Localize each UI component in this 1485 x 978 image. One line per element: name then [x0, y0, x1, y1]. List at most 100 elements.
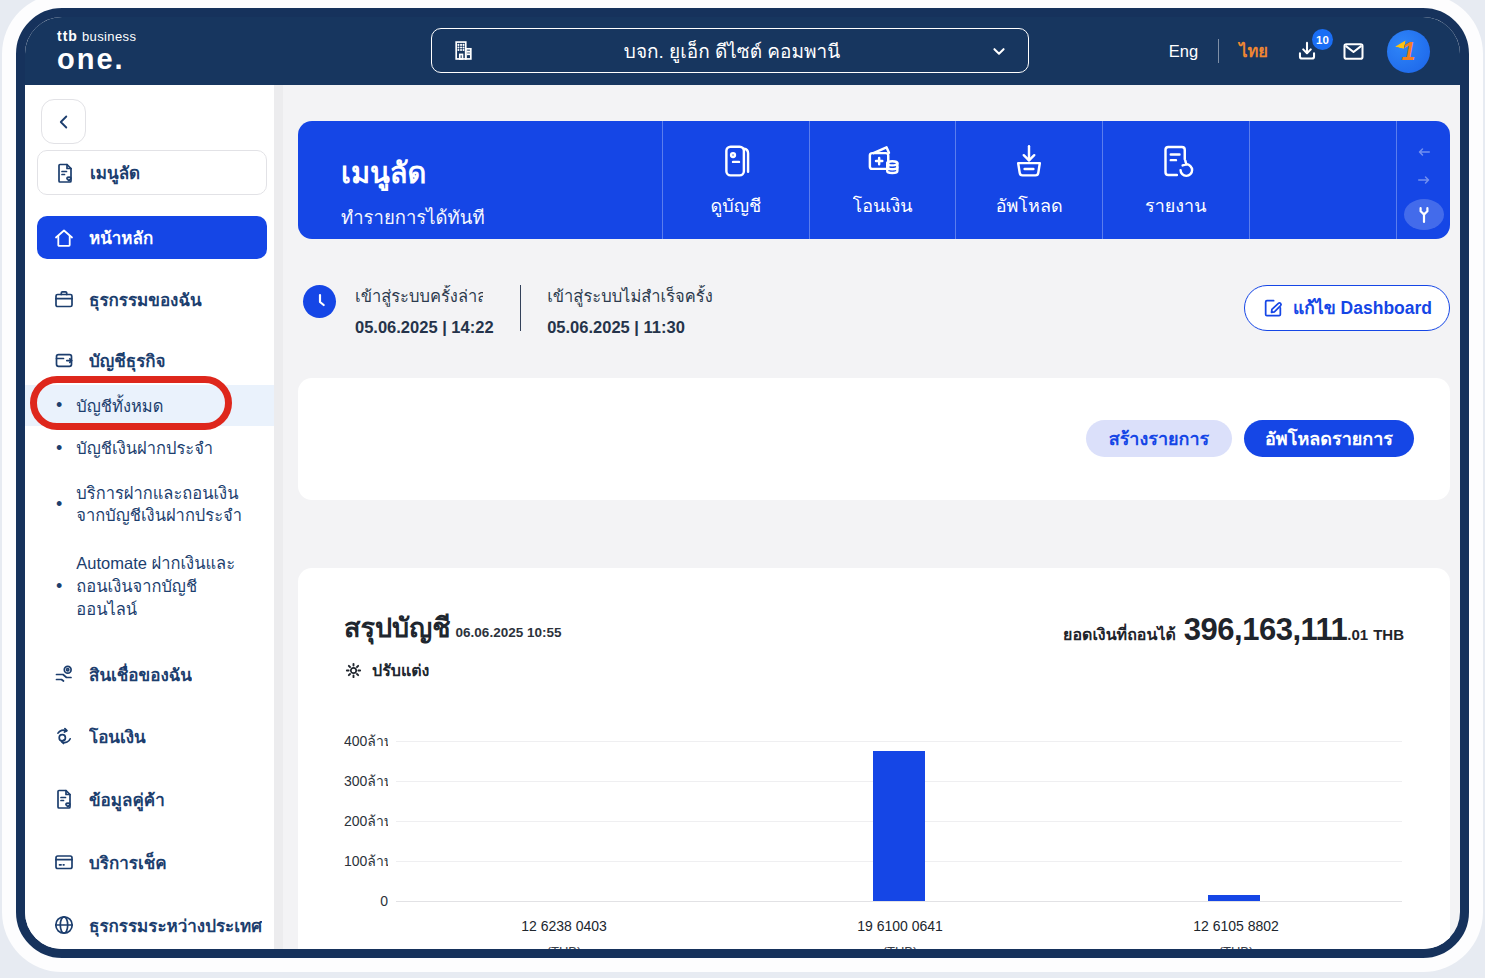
x-axis-category: 12 6105 8802(THB): [1068, 918, 1404, 949]
y-axis-tick: 0: [344, 893, 388, 909]
summary-timestamp: 06.06.2025 10:55: [456, 625, 562, 640]
wallet-icon: [52, 348, 76, 372]
login-info-divider: [520, 285, 522, 331]
banner-next-icon[interactable]: [1415, 171, 1433, 189]
edit-dashboard-button[interactable]: แก้ไข Dashboard: [1244, 285, 1450, 331]
sidebar-item-deposit-withdraw-service[interactable]: บริการฝากและถอนเงินจากบัญชีเงินฝากประจำ: [35, 482, 267, 526]
topbar: ttb business one. บจก. ยูเอ็ก ดีไซต์ คอม…: [25, 17, 1460, 85]
gridline-zero: [396, 901, 1402, 902]
x-axis-category: 12 6238 0403(THB): [396, 918, 732, 949]
avatar[interactable]: 1: [1387, 30, 1430, 73]
sidebar-item-home[interactable]: หน้าหลัก: [37, 216, 267, 259]
withdrawable-label: ยอดเงินที่ถอนได้: [1063, 622, 1176, 647]
brand-logo: ttb business one.: [57, 29, 136, 74]
transaction-actions-card: สร้างรายการ อัพโหลดรายการ: [298, 378, 1450, 500]
last-login-label: เข้าสู่ระบบครั้งล่าสุดเมื่อ:: [355, 285, 483, 309]
brand-suffix: business: [82, 29, 137, 44]
sidebar-item-my-transactions[interactable]: ธุรกรรมของฉัน: [35, 284, 267, 314]
home-icon: [52, 226, 76, 250]
gear-icon: [344, 661, 363, 680]
upload-basket-icon: [1008, 140, 1050, 182]
last-failed-login-info: เข้าสู่ระบบไม่สำเร็จครั้งล่าสุดเมื่อ: 05…: [547, 285, 713, 340]
sidebar-item-label: หน้าหลัก: [89, 224, 153, 251]
banner-action-reports[interactable]: รายงาน: [1102, 121, 1249, 239]
summary-title-block: สรุปบัญชี 06.06.2025 10:55 ปรับแต่ง: [344, 606, 561, 683]
brand-prefix: ttb: [57, 28, 78, 44]
banner-action-view-accounts[interactable]: ดูบัญชี: [662, 121, 809, 239]
clock-icon: [303, 285, 336, 318]
download-center-icon[interactable]: 10: [1294, 38, 1320, 64]
login-info-row: เข้าสู่ระบบครั้งล่าสุดเมื่อ: 05.06.2025 …: [298, 285, 1450, 340]
edit-dashboard-label: แก้ไข Dashboard: [1293, 294, 1432, 322]
wrench-icon[interactable]: [1404, 199, 1444, 230]
sidebar-item-my-loans[interactable]: สินเชื่อของฉัน: [35, 659, 267, 689]
banner-action-upload[interactable]: อัพโหลด: [955, 121, 1102, 239]
sidebar-item-label: เมนูลัด: [90, 159, 140, 186]
banner-action-label: ดูบัญชี: [711, 191, 762, 220]
edit-icon: [1262, 297, 1284, 319]
last-login-info: เข้าสู่ระบบครั้งล่าสุดเมื่อ: 05.06.2025 …: [355, 285, 494, 340]
customize-control[interactable]: ปรับแต่ง: [344, 658, 561, 683]
account-summary-card: สรุปบัญชี 06.06.2025 10:55 ปรับแต่ง ยอดเ…: [298, 568, 1450, 949]
customize-label: ปรับแต่ง: [372, 658, 429, 683]
download-badge: 10: [1312, 29, 1333, 50]
briefcase-icon: [52, 287, 76, 311]
chart-plot-area: 400ล้าน 300ล้าน 200ล้าน 100ล้าน 0: [396, 741, 1402, 901]
sidebar-item-label: สินเชื่อของฉัน: [89, 661, 192, 688]
sidebar-item-label: ข้อมูลคู่ค้า: [89, 786, 165, 813]
y-axis-tick: 100ล้าน: [344, 850, 388, 872]
shortcut-menu-icon: [53, 161, 77, 185]
sidebar-item-shortcut-menu[interactable]: เมนูลัด: [37, 150, 267, 195]
summary-header: สรุปบัญชี 06.06.2025 10:55 ปรับแต่ง ยอดเ…: [344, 606, 1404, 683]
transfer-icon: [52, 724, 76, 748]
sidebar-item-label: ธุรกรรมของฉัน: [89, 286, 202, 313]
language-divider: [1218, 39, 1219, 63]
sidebar-item-international[interactable]: ธุรกรรมระหว่างประเทศ: [35, 910, 267, 940]
sidebar-item-partner-info[interactable]: ข้อมูลคู่ค้า: [35, 784, 267, 814]
banner-subtitle: ทำรายการได้ทันที: [341, 203, 497, 232]
sidebar-item-label: บริการเช็ค: [89, 849, 167, 876]
sidebar-item-automate-deposit[interactable]: Automate ฝากเงินและถอนเงินจากบัญชีออนไลน…: [35, 552, 267, 621]
shortcut-menu-banner: เมนูลัด ทำรายการได้ทันที ดูบัญชี โอนเงิน: [298, 121, 1450, 239]
chart-bar[interactable]: [873, 751, 925, 901]
sidebar-item-all-accounts[interactable]: บัญชีทั้งหมด: [25, 385, 283, 426]
sidebar-item-cheque-service[interactable]: บริการเช็ค: [35, 847, 267, 877]
upload-transaction-button[interactable]: อัพโหลดรายการ: [1244, 420, 1414, 457]
mail-icon[interactable]: [1340, 38, 1367, 65]
chart-bar[interactable]: [1208, 895, 1260, 901]
sidebar-item-fixed-deposit[interactable]: บัญชีเงินฝากประจำ: [35, 433, 267, 463]
avatar-number: 1: [1402, 37, 1416, 66]
company-name: บจก. ยูเอ็ก ดีไซต์ คอมพานี: [477, 36, 988, 66]
language-english[interactable]: Eng: [1169, 42, 1198, 61]
language-thai[interactable]: ไทย: [1239, 38, 1268, 64]
x-axis-labels: 12 6238 0403(THB) 19 6100 0641(THB) 12 6…: [396, 918, 1404, 949]
withdrawable-balance: ยอดเงินที่ถอนได้ 396,163,111 .01 THB: [1063, 612, 1404, 648]
sidebar-item-business-accounts[interactable]: บัญชีธุรกิจ: [35, 345, 267, 375]
create-transaction-button[interactable]: สร้างรายการ: [1086, 420, 1232, 457]
account-balance-chart: 400ล้าน 300ล้าน 200ล้าน 100ล้าน 0 12 623…: [396, 741, 1404, 949]
passbook-icon: [715, 140, 757, 182]
banner-heading: เมนูลัด ทำรายการได้ทันที: [298, 121, 662, 239]
summary-title: สรุปบัญชี: [344, 606, 451, 649]
withdrawable-fraction: .01: [1347, 626, 1368, 643]
company-selector[interactable]: บจก. ยูเอ็ก ดีไซต์ คอมพานี: [431, 28, 1029, 73]
sidebar-collapse-button[interactable]: [41, 99, 86, 144]
banner-action-transfer[interactable]: โอนเงิน: [809, 121, 956, 239]
last-login-value: 05.06.2025 | 14:22: [355, 316, 494, 340]
sidebar-item-label: บัญชีธุรกิจ: [89, 347, 166, 374]
banner-action-label: รายงาน: [1145, 191, 1207, 220]
y-axis-tick: 200ล้าน: [344, 810, 388, 832]
x-axis-category: 19 6100 0641(THB): [732, 918, 1068, 949]
sidebar-item-label: บัญชีเงินฝากประจำ: [76, 435, 213, 461]
sidebar-item-label: โอนเงิน: [89, 723, 146, 750]
globe-icon: [52, 913, 76, 937]
banner-prev-icon[interactable]: [1415, 143, 1433, 161]
y-axis-tick: 300ล้าน: [344, 770, 388, 792]
document-heart-icon: [52, 787, 76, 811]
app-window: ttb business one. บจก. ยูเอ็ก ดีไซต์ คอม…: [16, 8, 1469, 958]
last-failed-login-label: เข้าสู่ระบบไม่สำเร็จครั้งล่าสุดเมื่อ:: [547, 285, 713, 309]
building-icon: [450, 37, 477, 64]
banner-action-label: อัพโหลด: [996, 191, 1063, 220]
sidebar-item-transfer[interactable]: โอนเงิน: [35, 721, 267, 751]
y-axis-tick: 400ล้าน: [344, 730, 388, 752]
